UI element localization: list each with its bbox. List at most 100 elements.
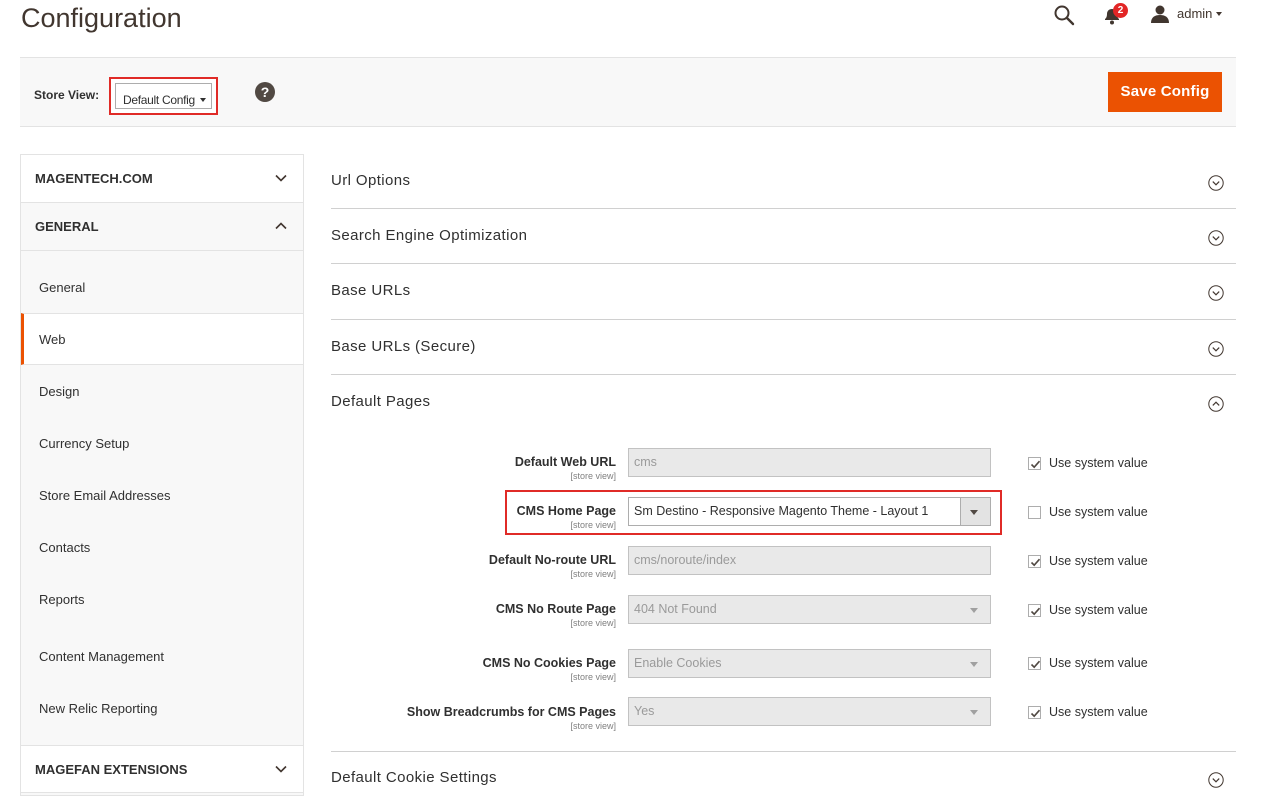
use-system-value-checkbox[interactable] — [1028, 657, 1041, 670]
page-title: Configuration — [21, 3, 182, 33]
field-label-cms-home-page: CMS Home Page — [516, 504, 616, 518]
search-icon[interactable] — [1053, 4, 1075, 26]
caret-down-icon — [970, 662, 978, 667]
checkmark-icon — [1030, 660, 1041, 669]
use-system-value-checkbox[interactable] — [1028, 457, 1041, 470]
cms-no-cookies-page-select[interactable]: Enable Cookies — [628, 649, 991, 678]
section-base-urls[interactable]: Base URLs — [331, 264, 1236, 320]
sidebar-item-store-email-addresses[interactable]: Store Email Addresses — [21, 469, 303, 521]
use-system-value-label[interactable]: Use system value — [1049, 505, 1148, 519]
field-label-cms-no-route-page: CMS No Route Page — [495, 602, 616, 616]
chevron-down-icon[interactable] — [1216, 12, 1222, 16]
sidebar-item-label: General — [39, 280, 86, 295]
section-url-options[interactable]: Url Options — [331, 154, 1236, 209]
show-breadcrumbs-select[interactable]: Yes — [628, 697, 991, 726]
caret-down-icon — [200, 98, 206, 102]
select-toggle[interactable] — [960, 498, 990, 525]
sidebar-item-general[interactable]: General — [21, 259, 303, 311]
sidebar-item-content-management[interactable]: Content Management — [21, 630, 303, 682]
sidebar-item-label: Content Management — [39, 649, 165, 664]
sidebar-item-label: Reports — [39, 592, 85, 607]
field-scope: [store view] — [570, 618, 616, 628]
sidebar-section-magentech[interactable]: MAGENTECH.COM — [21, 155, 303, 203]
default-no-route-url-input[interactable]: cms/noroute/index — [628, 546, 991, 575]
field-scope: [store view] — [570, 520, 616, 530]
sidebar-item-currency-setup[interactable]: Currency Setup — [21, 417, 303, 469]
section-base-urls-secure[interactable]: Base URLs (Secure) — [331, 320, 1236, 375]
sidebar-item-label: Web — [39, 332, 66, 347]
config-sidebar: MAGENTECH.COM GENERAL General Web Design… — [20, 154, 304, 796]
sidebar-item-contacts[interactable]: Contacts — [21, 521, 303, 573]
sidebar-item-new-relic-reporting[interactable]: New Relic Reporting — [21, 682, 303, 734]
default-no-route-url-value: cms/noroute/index — [634, 553, 737, 567]
sidebar-item-label: Currency Setup — [39, 436, 130, 451]
use-system-value-checkbox[interactable] — [1028, 555, 1041, 568]
notification-count-badge: 2 — [1113, 3, 1128, 18]
sidebar-item-label: Design — [39, 384, 80, 399]
select-toggle[interactable] — [960, 596, 990, 623]
default-web-url-input[interactable]: cms — [628, 448, 991, 477]
help-icon[interactable]: ? — [255, 82, 275, 102]
chevron-up-icon — [275, 222, 287, 230]
caret-down-icon — [970, 608, 978, 613]
user-avatar-icon[interactable] — [1150, 4, 1170, 24]
section-title: Url Options — [331, 172, 411, 189]
expand-circle-icon[interactable] — [1208, 772, 1224, 788]
use-system-value-label[interactable]: Use system value — [1049, 554, 1148, 568]
sidebar-item-web[interactable]: Web — [21, 313, 303, 365]
sidebar-item-reports[interactable]: Reports — [21, 573, 303, 625]
save-config-button[interactable]: Save Config — [1108, 72, 1222, 112]
select-toggle[interactable] — [960, 650, 990, 677]
section-default-cookie-settings[interactable]: Default Cookie Settings — [331, 752, 1236, 796]
field-scope: [store view] — [570, 569, 616, 579]
store-view-switcher[interactable]: Default Config — [109, 77, 218, 115]
field-label-default-web-url: Default Web URL — [514, 455, 616, 469]
sidebar-item-label: Contacts — [39, 540, 91, 555]
expand-circle-icon[interactable] — [1208, 175, 1224, 191]
sidebar-section-label: MAGENTECH.COM — [35, 171, 153, 186]
field-scope: [store view] — [570, 721, 616, 731]
default-web-url-value: cms — [634, 455, 657, 469]
cms-no-cookies-page-value: Enable Cookies — [634, 656, 722, 670]
section-title[interactable]: Default Pages — [331, 393, 430, 410]
select-toggle[interactable] — [960, 698, 990, 725]
section-title: Base URLs (Secure) — [331, 338, 476, 355]
sidebar-section-label: GENERAL — [35, 219, 99, 234]
store-view-label: Store View: — [34, 88, 100, 102]
use-system-value-label[interactable]: Use system value — [1049, 456, 1148, 470]
section-search-engine-optimization[interactable]: Search Engine Optimization — [331, 209, 1236, 264]
field-label-cms-no-cookies-page: CMS No Cookies Page — [482, 656, 616, 670]
cms-no-route-page-select[interactable]: 404 Not Found — [628, 595, 991, 624]
use-system-value-label[interactable]: Use system value — [1049, 603, 1148, 617]
collapse-circle-icon[interactable] — [1208, 396, 1224, 412]
sidebar-section-general[interactable]: GENERAL — [21, 203, 303, 251]
section-title: Base URLs — [331, 282, 411, 299]
chevron-down-icon — [275, 765, 287, 773]
sidebar-item-label: New Relic Reporting — [39, 701, 158, 716]
checkmark-icon — [1030, 460, 1041, 469]
sidebar-section-magefan-extensions[interactable]: MAGEFAN EXTENSIONS — [21, 745, 303, 793]
use-system-value-checkbox[interactable] — [1028, 506, 1041, 519]
field-label-default-no-route-url: Default No-route URL — [488, 553, 616, 567]
use-system-value-checkbox[interactable] — [1028, 604, 1041, 617]
sidebar-item-design[interactable]: Design — [21, 365, 303, 417]
cms-home-page-select[interactable]: Sm Destino - Responsive Magento Theme - … — [628, 497, 991, 526]
store-view-bar: Store View: Default Config ? Save Config — [20, 57, 1236, 127]
cms-no-route-page-value: 404 Not Found — [634, 602, 717, 616]
checkmark-icon — [1030, 709, 1041, 718]
checkmark-icon — [1030, 607, 1041, 616]
use-system-value-checkbox[interactable] — [1028, 706, 1041, 719]
chevron-down-icon — [275, 174, 287, 182]
expand-circle-icon[interactable] — [1208, 341, 1224, 357]
expand-circle-icon[interactable] — [1208, 285, 1224, 301]
caret-down-icon — [970, 710, 978, 715]
use-system-value-label[interactable]: Use system value — [1049, 656, 1148, 670]
store-view-selected: Default Config — [123, 93, 195, 107]
checkmark-icon — [1030, 558, 1041, 567]
expand-circle-icon[interactable] — [1208, 230, 1224, 246]
field-label-show-breadcrumbs: Show Breadcrumbs for CMS Pages — [406, 705, 616, 719]
sidebar-section-label: MAGEFAN EXTENSIONS — [35, 762, 188, 777]
use-system-value-label[interactable]: Use system value — [1049, 705, 1148, 719]
field-scope: [store view] — [570, 672, 616, 682]
user-menu-name[interactable]: admin — [1177, 6, 1212, 21]
